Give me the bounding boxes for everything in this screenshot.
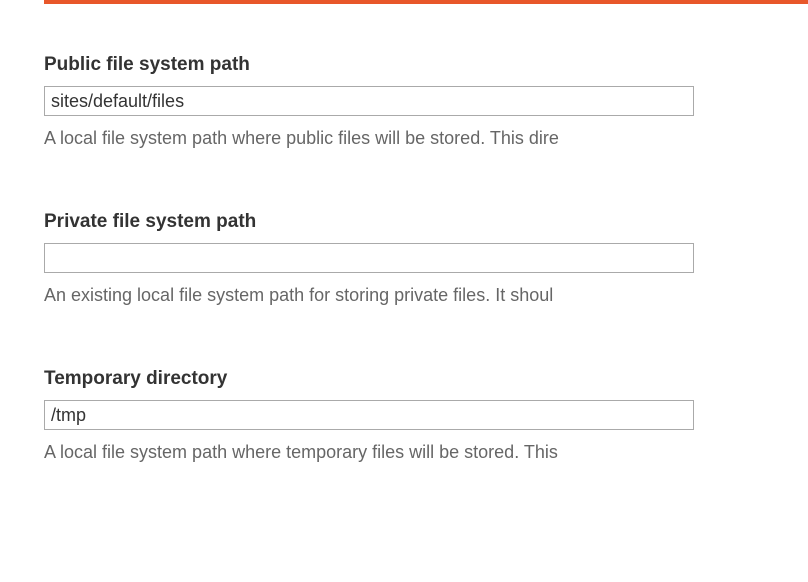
private-path-field-group: Private file system path An existing loc…: [44, 211, 808, 308]
temp-dir-label: Temporary directory: [44, 368, 808, 390]
temp-dir-input[interactable]: [44, 400, 694, 430]
private-path-label: Private file system path: [44, 211, 808, 233]
public-path-description: A local file system path where public fi…: [44, 126, 808, 151]
public-path-label: Public file system path: [44, 54, 808, 76]
public-path-field-group: Public file system path A local file sys…: [44, 54, 808, 151]
private-path-description: An existing local file system path for s…: [44, 283, 808, 308]
file-system-form: Public file system path A local file sys…: [0, 54, 808, 466]
private-path-input[interactable]: [44, 243, 694, 273]
public-path-input[interactable]: [44, 86, 694, 116]
temp-dir-description: A local file system path where temporary…: [44, 440, 808, 465]
temp-dir-field-group: Temporary directory A local file system …: [44, 368, 808, 465]
top-border-divider: [44, 0, 808, 4]
